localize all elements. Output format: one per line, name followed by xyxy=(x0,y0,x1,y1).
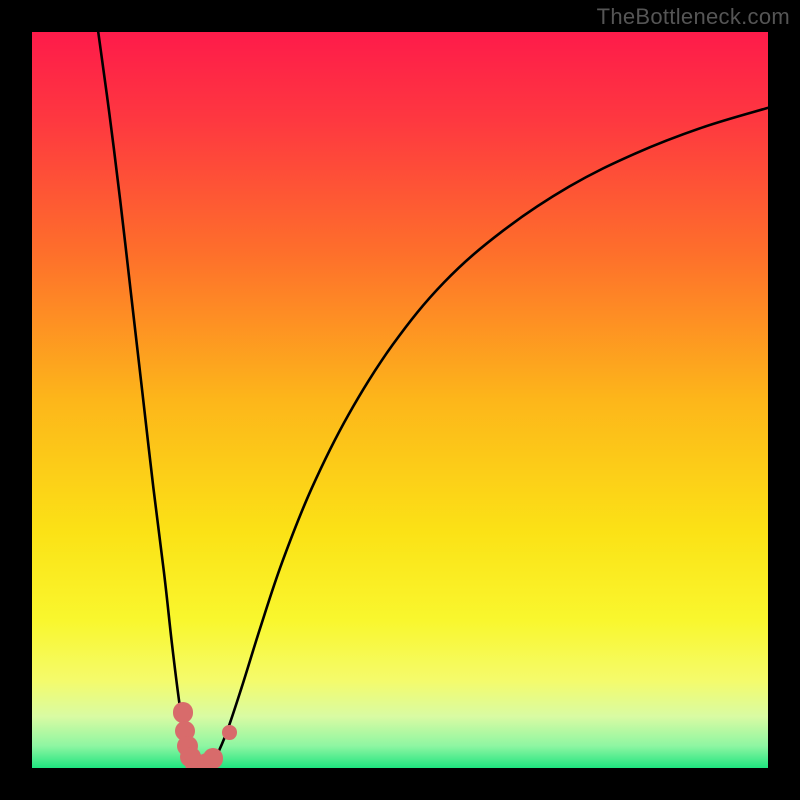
data-marker xyxy=(173,702,194,723)
markers-layer xyxy=(32,32,768,768)
data-marker xyxy=(222,725,237,740)
watermark-text: TheBottleneck.com xyxy=(597,4,790,30)
chart-frame: TheBottleneck.com xyxy=(0,0,800,800)
plot-area xyxy=(32,32,768,768)
data-marker xyxy=(203,748,224,768)
